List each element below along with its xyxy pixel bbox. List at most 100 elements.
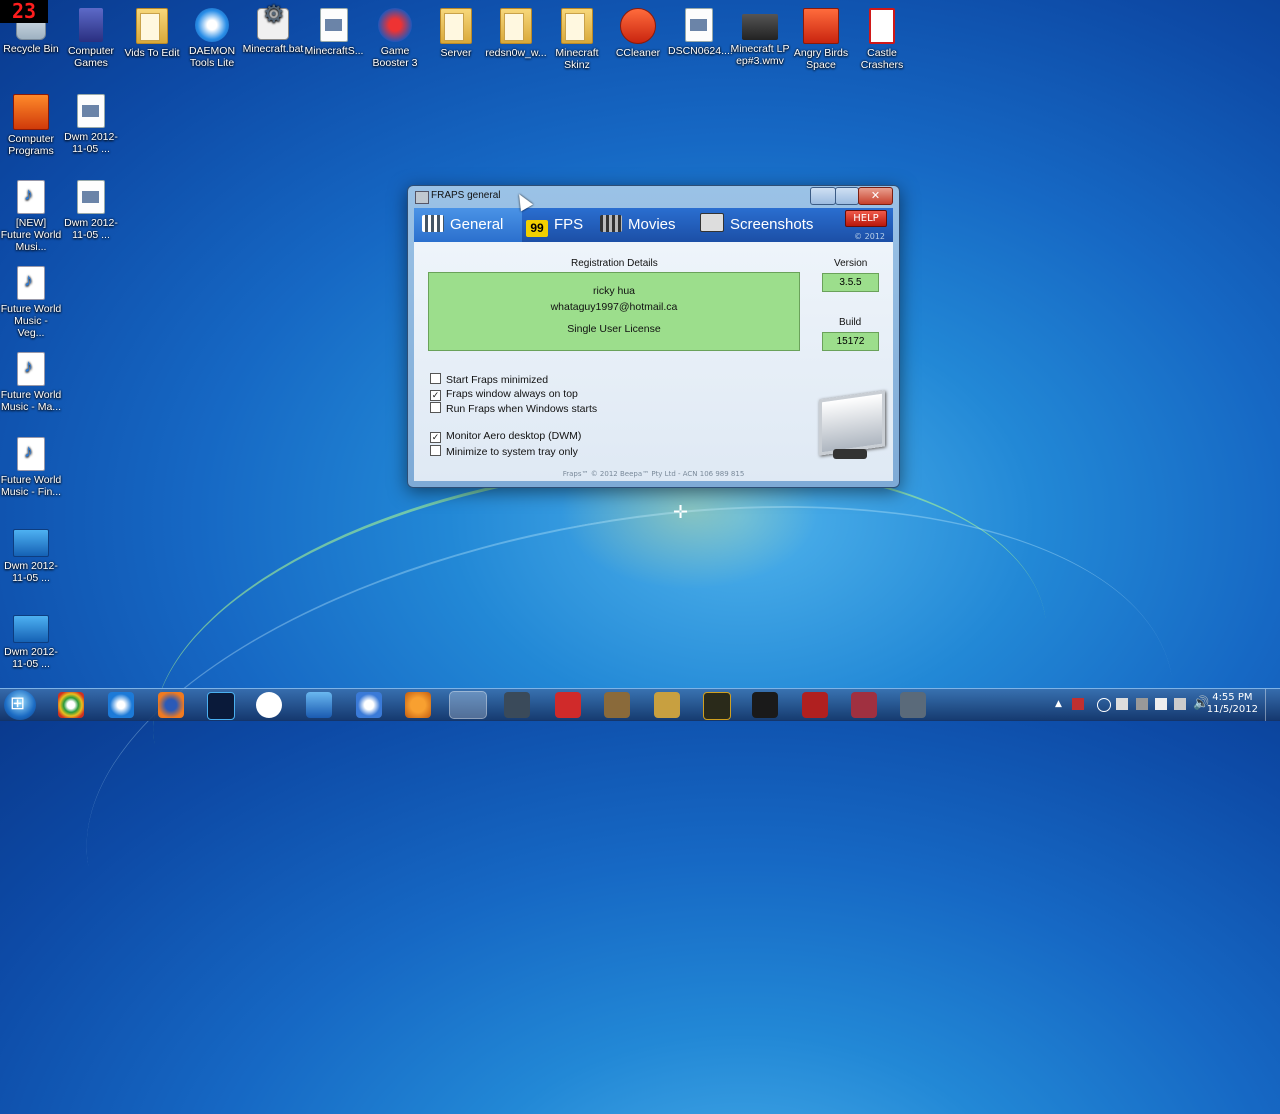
desktop-icon-label: CCleaner — [615, 47, 661, 59]
desktop-icon-label: Future World Music - Veg... — [0, 303, 62, 339]
tab-general[interactable]: General — [414, 208, 522, 242]
internet-explorer-icon[interactable] — [108, 692, 134, 718]
desktop-icon-minecraft-lp[interactable]: Minecraft LP ep#3.wmv — [729, 8, 791, 67]
chat-icon[interactable] — [256, 692, 282, 718]
option-always-on-top[interactable]: ✓ Fraps window always on top — [430, 388, 578, 401]
mp3-file-icon — [17, 180, 45, 214]
battery-icon[interactable] — [1174, 698, 1186, 710]
system-clock[interactable]: 4:55 PM 11/5/2012 — [1207, 692, 1258, 716]
copyright-footer: Fraps™ © 2012 Beepa™ Pty Ltd - ACN 106 9… — [562, 470, 745, 478]
desktop-icon-computer-games[interactable]: Computer Games — [60, 8, 122, 69]
desktop-icon-label: Recycle Bin — [3, 43, 59, 55]
folder-icon — [440, 8, 472, 44]
checkbox[interactable] — [430, 445, 441, 456]
tray-app-icon[interactable] — [1116, 698, 1128, 710]
desktop-icon-future-world-music[interactable]: Future World Music - Ma... — [0, 352, 62, 413]
game-icon[interactable] — [604, 692, 630, 718]
desktop-icon-ccleaner[interactable]: CCleaner — [607, 8, 669, 59]
photoshop-icon[interactable] — [207, 692, 235, 720]
desktop-icon-label: MinecraftS... — [304, 45, 364, 57]
tab-bar: General 99 FPS Movies Screenshots HELP © … — [414, 208, 893, 242]
file-icon — [320, 8, 348, 42]
desktop-icon-minecraft-s[interactable]: MinecraftS... — [303, 8, 365, 57]
desktop-icon-label: Dwm 2012-11-05 ... — [64, 131, 118, 155]
desktop-icon-label: Computer Programs — [7, 133, 55, 157]
option-minimize-tray[interactable]: Minimize to system tray only — [430, 445, 578, 458]
window-title: FRAPS general — [431, 190, 501, 201]
desktop-icon-server[interactable]: Server — [425, 8, 487, 59]
desktop-icon-dwm[interactable]: Dwm 2012-11-05 ... — [60, 94, 122, 155]
desktop-icon-minecraft-bat[interactable]: Minecraft.bat — [242, 8, 304, 55]
desktop-icon-daemon-tools[interactable]: DAEMON Tools Lite — [181, 8, 243, 69]
desktop-icon-future-world-music[interactable]: [NEW] Future World Musi... — [0, 180, 62, 253]
tray-app-icon[interactable] — [1097, 698, 1111, 712]
grid-icon — [422, 215, 444, 232]
desktop-icon-angry-birds[interactable]: Angry Birds Space — [790, 8, 852, 71]
close-button[interactable]: ✕ — [858, 187, 893, 205]
mp3-file-icon — [17, 437, 45, 471]
desktop-icon-redsn0w[interactable]: redsn0w_w... — [485, 8, 547, 59]
media-file-icon — [13, 529, 49, 557]
tray-app-icon[interactable] — [1136, 698, 1148, 710]
chrome-icon[interactable] — [58, 692, 84, 718]
itunes-icon[interactable] — [356, 692, 382, 718]
network-icon[interactable] — [1155, 698, 1167, 710]
firefox-icon[interactable] — [158, 692, 184, 718]
desktop-icon-label: Angry Birds Space — [793, 47, 849, 71]
option-monitor-aero[interactable]: ✓ Monitor Aero desktop (DWM) — [430, 430, 581, 443]
desktop-icon-future-world-music[interactable]: Future World Music - Veg... — [0, 266, 62, 339]
desktop-icon-game-booster[interactable]: Game Booster 3 — [364, 8, 426, 69]
show-desktop-button[interactable] — [1265, 689, 1280, 721]
desktop-icon-dwm[interactable]: Dwm 2012-11-05 ... — [0, 609, 62, 670]
tab-fps[interactable]: 99 FPS — [522, 208, 592, 242]
option-label: Run Fraps when Windows starts — [446, 403, 598, 415]
tab-movies[interactable]: Movies — [596, 208, 692, 242]
desktop-icon-computer-programs[interactable]: Computer Programs — [0, 94, 62, 157]
start-button[interactable] — [4, 690, 36, 720]
minimize-button[interactable] — [810, 187, 836, 205]
help-button[interactable]: HELP — [845, 210, 887, 227]
game-icon[interactable] — [851, 692, 877, 718]
fraps-icon[interactable] — [449, 691, 487, 719]
vlc-icon[interactable] — [405, 692, 431, 718]
maximize-button[interactable] — [835, 187, 859, 205]
desktop-icon-vids-to-edit[interactable]: Vids To Edit — [121, 8, 183, 59]
angry-birds-icon — [803, 8, 839, 44]
desktop-icon-label: Game Booster 3 — [372, 45, 418, 69]
folder-icon — [500, 8, 532, 44]
game-icon[interactable] — [703, 692, 731, 720]
desktop-icon-dscn0624[interactable]: DSCN0624.... — [668, 8, 733, 57]
checkbox[interactable] — [430, 373, 441, 384]
registration-box: ricky hua whataguy1997@hotmail.ca Single… — [428, 272, 800, 351]
title-bar[interactable]: FRAPS general ✕ — [408, 186, 899, 208]
game-icon[interactable] — [900, 692, 926, 718]
build-label: Build — [839, 317, 862, 328]
desktop-icon-dwm[interactable]: Dwm 2012-11-05 ... — [60, 180, 122, 241]
desktop-icon-dwm[interactable]: Dwm 2012-11-05 ... — [0, 523, 62, 584]
media-player-icon[interactable] — [306, 692, 332, 718]
option-run-on-startup[interactable]: Run Fraps when Windows starts — [430, 402, 597, 415]
tray-app-icon[interactable] — [1072, 698, 1084, 710]
tab-screenshots[interactable]: Screenshots — [696, 208, 828, 242]
registered-email: whataguy1997@hotmail.ca — [550, 301, 678, 313]
desktop-icon-future-world-music[interactable]: Future World Music - Fin... — [0, 437, 62, 498]
castle-crashers-icon — [869, 8, 895, 44]
desktop-icon-minecraft-skinz[interactable]: Minecraft Skinz — [546, 8, 608, 71]
checkbox[interactable] — [430, 402, 441, 413]
desktop-icon-label: redsn0w_w... — [485, 47, 547, 59]
option-label: Fraps window always on top — [446, 388, 578, 400]
desktop-icon-label: Vids To Edit — [124, 47, 180, 59]
show-hidden-icons-icon[interactable]: ▲ — [1055, 699, 1062, 731]
four-icon[interactable] — [555, 692, 581, 718]
desktop-icon-label: Dwm 2012-11-05 ... — [4, 560, 58, 584]
checkbox[interactable]: ✓ — [430, 432, 441, 443]
desktop-icon-castle-crashers[interactable]: Castle Crashers — [851, 8, 913, 71]
option-start-minimized[interactable]: Start Fraps minimized — [430, 373, 548, 386]
folder-icon — [136, 8, 168, 44]
app-icon[interactable] — [504, 692, 530, 718]
desktop-icon-label: Dwm 2012-11-05 ... — [4, 646, 58, 670]
game-icon[interactable] — [654, 692, 680, 718]
aion-icon[interactable] — [752, 692, 778, 718]
game-icon[interactable] — [802, 692, 828, 718]
checkbox[interactable]: ✓ — [430, 390, 441, 401]
